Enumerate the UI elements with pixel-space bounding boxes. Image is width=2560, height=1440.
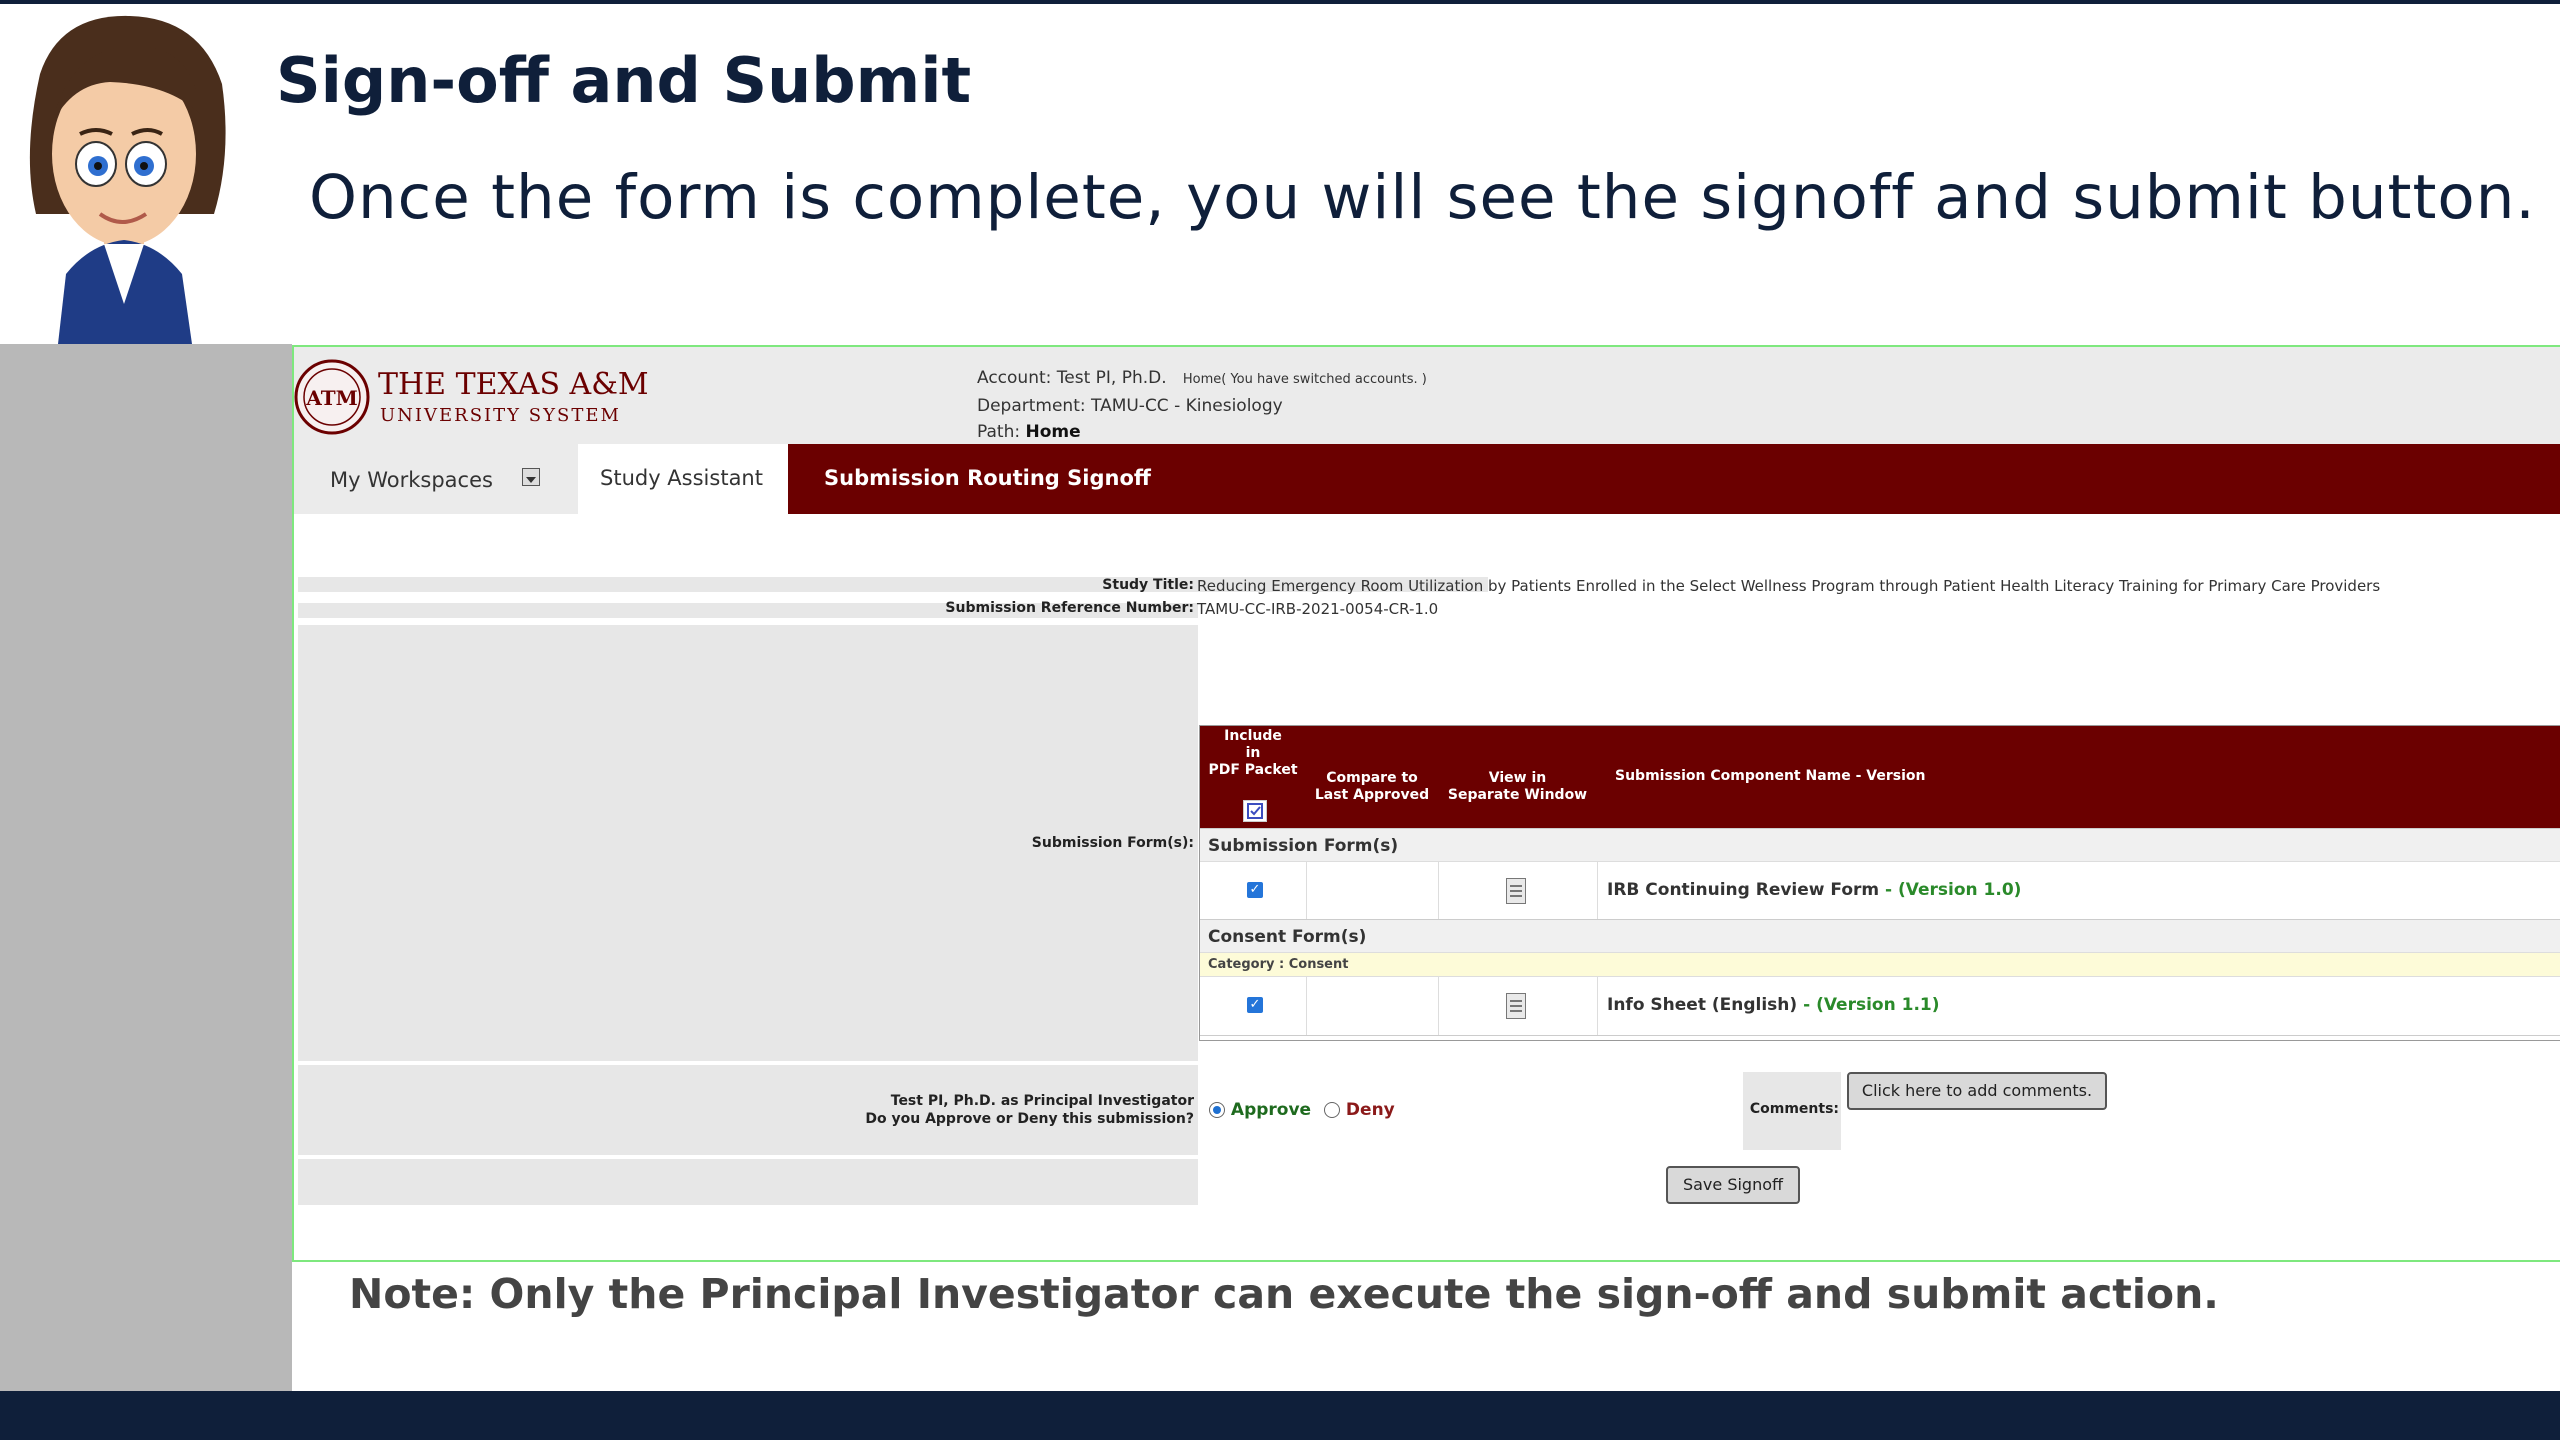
section-submission-forms-label: Submission Form(s) — [1208, 836, 1399, 856]
col-compare-line1: Compare to — [1326, 770, 1418, 786]
submission-ref-value: TAMU-CC-IRB-2021-0054-CR-1.0 — [1197, 600, 1439, 618]
deny-label: Deny — [1345, 1100, 1395, 1120]
tab-study-assistant-label: Study Assistant — [600, 466, 763, 490]
section-consent-forms: Consent Form(s) — [1200, 919, 2560, 953]
comments-label: Comments: — [1749, 1101, 1839, 1117]
table-row: ✓ IRB Continuing Review Form - (Version … — [1200, 861, 2560, 921]
signoff-question-line2: Do you Approve or Deny this submission? — [865, 1111, 1194, 1127]
col-component-name: Submission Component Name - Version — [1597, 726, 2560, 828]
include-checkbox[interactable]: ✓ — [1247, 882, 1263, 898]
tab-study-assistant[interactable]: Study Assistant — [578, 444, 788, 514]
seal-text: ATM — [305, 386, 357, 410]
approve-option[interactable]: Approve — [1209, 1100, 1311, 1120]
save-row-bg — [298, 1159, 1198, 1205]
component-version: - (Version 1.1) — [1797, 995, 1940, 1015]
slide-title: Sign-off and Submit — [276, 44, 972, 117]
col-view-line1: View in — [1488, 770, 1547, 786]
col-view: View in Separate Window — [1438, 726, 1598, 828]
col-include-line2: in — [1245, 745, 1261, 761]
study-title-label: Study Title: — [1102, 577, 1194, 593]
section-consent-forms-label: Consent Form(s) — [1208, 927, 1367, 947]
department-label: Department: TAMU-CC - Kinesiology — [977, 396, 1283, 416]
tab-my-workspaces-label: My Workspaces — [330, 468, 493, 492]
signoff-question-line1: Test PI, Ph.D. as Principal Investigator — [890, 1093, 1194, 1109]
include-checkbox[interactable]: ✓ — [1247, 997, 1263, 1013]
submission-forms-label: Submission Form(s): — [1031, 835, 1194, 851]
tamus-logo: ATM THE TEXAS A&M UNIVERSITY SYSTEM — [294, 355, 694, 439]
component-version: - (Version 1.0) — [1879, 880, 2022, 900]
category-label: Category : Consent — [1208, 957, 1349, 972]
presenter-illustration — [29, 15, 226, 344]
component-name: Info Sheet (English) — [1607, 995, 1798, 1015]
tamus-seal-icon: ATM — [294, 359, 370, 435]
component-name: IRB Continuing Review Form — [1607, 880, 1880, 900]
bottom-bar — [0, 1391, 2560, 1440]
table-row: ✓ Info Sheet (English) - (Version 1.1) — [1200, 976, 2560, 1036]
deny-radio[interactable] — [1324, 1102, 1340, 1118]
path-home-link[interactable]: Home — [1025, 422, 1080, 442]
compare-cell — [1306, 977, 1439, 1035]
view-document-icon[interactable] — [1506, 993, 1526, 1019]
app-tabs: My Workspaces Study Assistant Submission… — [294, 444, 2560, 514]
category-consent-row: Category : Consent — [1200, 952, 2560, 977]
dropdown-icon[interactable] — [522, 468, 540, 486]
view-document-icon[interactable] — [1506, 878, 1526, 904]
approve-radio[interactable] — [1209, 1102, 1225, 1118]
account-label: Account: Test PI, Ph.D. — [977, 368, 1167, 388]
col-compare-line2: Last Approved — [1314, 787, 1430, 803]
section-submission-forms: Submission Form(s) — [1200, 828, 2560, 862]
compare-cell — [1306, 862, 1439, 920]
tab-submission-routing-signoff[interactable]: Submission Routing Signoff — [824, 466, 1151, 490]
app-header: ATM THE TEXAS A&M UNIVERSITY SYSTEM Acco… — [294, 347, 2560, 444]
presenter-avatar — [0, 4, 248, 344]
col-include-pdf: Include in PDF Packet — [1200, 726, 1307, 828]
add-comments-button[interactable]: Click here to add comments. — [1847, 1072, 2107, 1110]
app-screenshot: ATM THE TEXAS A&M UNIVERSITY SYSTEM Acco… — [292, 345, 2560, 1262]
left-grey-panel — [0, 344, 292, 1391]
deny-option[interactable]: Deny — [1324, 1100, 1395, 1120]
logo-line1: THE TEXAS A&M — [378, 367, 649, 402]
col-view-line2: Separate Window — [1447, 787, 1588, 803]
submission-components-table: Include in PDF Packet Compare to Last App… — [1199, 725, 2560, 1041]
slide-body-text: Once the form is complete, you will see … — [309, 162, 2536, 233]
top-strip — [0, 0, 2560, 4]
account-info: Account: Test PI, Ph.D. Home( You have s… — [977, 365, 1427, 445]
select-all-icon[interactable] — [1243, 800, 1267, 822]
signoff-question: Test PI, Ph.D. as Principal Investigator… — [594, 1092, 1194, 1128]
col-compare: Compare to Last Approved — [1306, 726, 1439, 828]
submission-ref-label: Submission Reference Number: — [945, 600, 1194, 616]
approve-label: Approve — [1230, 1100, 1312, 1120]
col-include-line3: PDF Packet — [1208, 762, 1298, 778]
study-title-value: Reducing Emergency Room Utilization by P… — [1197, 577, 2381, 595]
account-note: Home( You have switched accounts. ) — [1182, 372, 1427, 387]
tab-my-workspaces[interactable]: My Workspaces — [294, 444, 578, 514]
col-component-label: Submission Component Name - Version — [1615, 768, 1926, 784]
path-label: Path: — [977, 422, 1021, 442]
save-signoff-button[interactable]: Save Signoff — [1666, 1166, 1800, 1204]
note-text: Note: Only the Principal Investigator ca… — [349, 1270, 2219, 1318]
logo-line2: UNIVERSITY SYSTEM — [380, 405, 621, 426]
col-include-line1: Include — [1224, 728, 1282, 744]
